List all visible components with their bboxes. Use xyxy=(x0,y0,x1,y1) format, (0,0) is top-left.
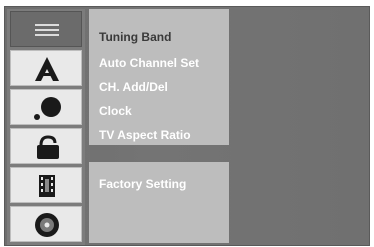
factory-setting-panel: Factory Setting xyxy=(89,162,229,243)
tab-channel-setup[interactable] xyxy=(10,50,82,86)
tab-language-setup[interactable] xyxy=(10,89,82,125)
globe-icon xyxy=(34,97,61,120)
antenna-icon xyxy=(35,57,59,81)
menu-item-tv-aspect-ratio[interactable]: TV Aspect Ratio xyxy=(99,125,191,145)
tab-disc-setup[interactable] xyxy=(10,206,82,242)
menu-item-clock[interactable]: Clock xyxy=(99,101,132,121)
setup-menu-panel: Tuning Band Auto Channel Set CH. Add/Del… xyxy=(4,6,370,246)
tab-general-setup[interactable] xyxy=(10,11,82,47)
lock-icon xyxy=(37,135,59,159)
icon-tab-column xyxy=(7,9,85,245)
channel-setup-submenu: Tuning Band Auto Channel Set CH. Add/Del… xyxy=(89,9,229,145)
disc-icon xyxy=(35,213,59,237)
film-strip-icon xyxy=(39,175,55,197)
menu-item-factory-setting[interactable]: Factory Setting xyxy=(99,174,186,194)
menu-lines-icon xyxy=(35,24,59,36)
tab-recording-setup[interactable] xyxy=(10,167,82,203)
menu-item-tuning-band[interactable]: Tuning Band xyxy=(99,27,171,47)
tab-lock-setup[interactable] xyxy=(10,128,82,164)
tv-screen: Tuning Band Auto Channel Set CH. Add/Del… xyxy=(0,0,374,247)
menu-item-auto-channel-set[interactable]: Auto Channel Set xyxy=(99,53,199,73)
menu-item-ch-add-del[interactable]: CH. Add/Del xyxy=(99,77,168,97)
